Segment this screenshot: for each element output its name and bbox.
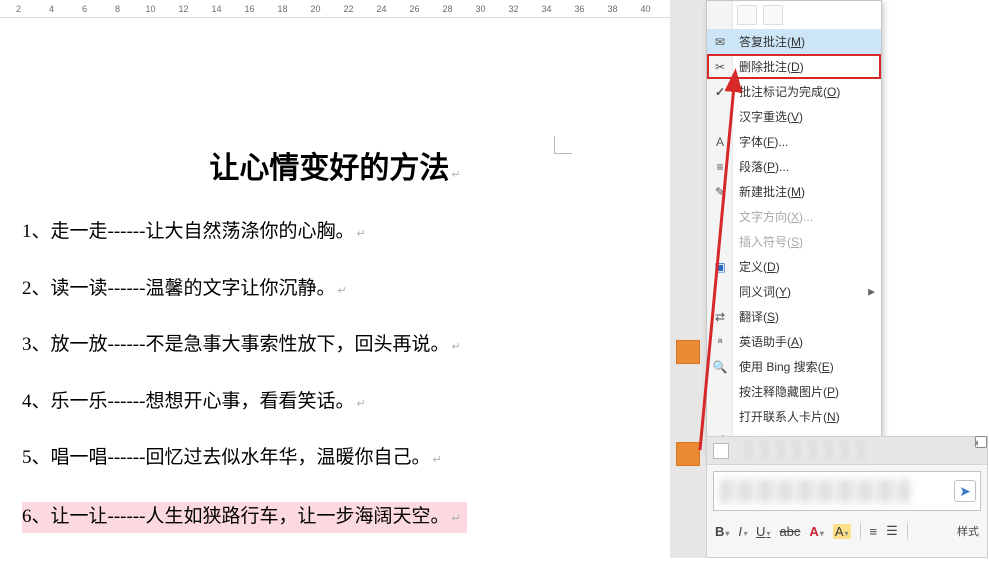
search-icon: 🔍 bbox=[712, 359, 728, 375]
ruler-tick: 18 bbox=[266, 4, 299, 14]
doc-line[interactable]: 5、唱一唱------回忆过去似水年华，温暖你自己。↵ bbox=[22, 445, 656, 472]
menu-delete-comment[interactable]: ✂ 删除批注(D) bbox=[707, 54, 881, 79]
menu-paste-options bbox=[707, 1, 881, 29]
mini-format-toolbar: B I U abc A A ≡ ☰ 样式 bbox=[707, 517, 987, 545]
define-icon: ▣ bbox=[712, 259, 728, 275]
submenu-arrow-icon: ▶ bbox=[868, 286, 875, 297]
menu-hide-by-annot[interactable]: 按注释隐藏图片(P) bbox=[707, 379, 881, 404]
check-icon: ✓ bbox=[712, 84, 728, 100]
comment-header bbox=[707, 437, 987, 465]
menu-font[interactable]: A 字体(F)... bbox=[707, 129, 881, 154]
ruler-tick: 10 bbox=[134, 4, 167, 14]
ruler-tick: 30 bbox=[464, 4, 497, 14]
separator bbox=[860, 523, 861, 539]
doc-line[interactable]: 2、读一读------温馨的文字让你沉静。↵ bbox=[22, 276, 656, 303]
ruler-tick: 4 bbox=[35, 4, 68, 14]
doc-line[interactable]: 3、放一放------不是急事大事索性放下，回头再说。↵ bbox=[22, 332, 656, 359]
menu-mark-done[interactable]: ✓ 批注标记为完成(O) bbox=[707, 79, 881, 104]
italic-button[interactable]: I bbox=[738, 524, 747, 539]
reply-icon: ✉ bbox=[712, 34, 728, 50]
ruler-tick: 14 bbox=[200, 4, 233, 14]
comment-gutter bbox=[670, 0, 706, 558]
menu-bing-search[interactable]: 🔍 使用 Bing 搜索(E) bbox=[707, 354, 881, 379]
ruler-tick: 38 bbox=[596, 4, 629, 14]
ruler-tick: 24 bbox=[365, 4, 398, 14]
styles-button[interactable]: 样式 bbox=[957, 523, 979, 539]
menu-translate[interactable]: ⇄ 翻译(S) bbox=[707, 304, 881, 329]
doc-line[interactable]: 1、走一走------让大自然荡涤你的心胸。↵ bbox=[22, 219, 656, 246]
menu-open-contact[interactable]: 打开联系人卡片(N) bbox=[707, 404, 881, 429]
paste-option-icon[interactable] bbox=[737, 5, 757, 25]
doc-line[interactable]: 4、乐一乐------想想开心事，看看笑话。↵ bbox=[22, 389, 656, 416]
comment-marker[interactable] bbox=[676, 340, 700, 364]
comment-textarea[interactable]: ➤ bbox=[713, 471, 981, 511]
strike-button[interactable]: abc bbox=[779, 524, 800, 539]
new-comment-icon: ✎ bbox=[712, 184, 728, 200]
comment-text-blur bbox=[720, 479, 910, 503]
ruler-tick: 28 bbox=[431, 4, 464, 14]
ruler-tick: 6 bbox=[68, 4, 101, 14]
menu-define[interactable]: ▣ 定义(D) bbox=[707, 254, 881, 279]
ruler-tick: 40 bbox=[629, 4, 662, 14]
ruler-tick: 16 bbox=[233, 4, 266, 14]
menu-text-direction: 文字方向(X)... bbox=[707, 204, 881, 229]
paragraph-icon: ≡ bbox=[712, 159, 728, 175]
document-page: 让心情变好的方法 1、走一走------让大自然荡涤你的心胸。↵ 2、读一读---… bbox=[0, 18, 670, 558]
numbering-button[interactable]: ☰ bbox=[886, 523, 898, 539]
comment-icon bbox=[713, 443, 729, 459]
ruler-tick: 32 bbox=[497, 4, 530, 14]
english-helper-icon: ᵃ bbox=[712, 334, 728, 350]
translate-icon: ⇄ bbox=[712, 309, 728, 325]
menu-english-helper[interactable]: ᵃ 英语助手(A) bbox=[707, 329, 881, 354]
menu-reconvert[interactable]: 汉字重选(V) bbox=[707, 104, 881, 129]
ruler-tick: 12 bbox=[167, 4, 200, 14]
comment-author-blur bbox=[745, 440, 875, 462]
review-pane: ✉ 答复批注(M) ✂ 删除批注(D) ✓ 批注标记为完成(O) 汉字重选(V)… bbox=[670, 0, 989, 558]
paste-option-icon[interactable] bbox=[763, 5, 783, 25]
doc-title[interactable]: 让心情变好的方法 bbox=[75, 143, 595, 187]
menu-paragraph[interactable]: ≡ 段落(P)... bbox=[707, 154, 881, 179]
bold-button[interactable]: B bbox=[715, 524, 729, 539]
ruler-tick: 8 bbox=[101, 4, 134, 14]
doc-line-highlighted[interactable]: 6、让一让------人生如狭路行车，让一步海阔天空。↵ bbox=[22, 502, 467, 533]
ruler-tick: 2 bbox=[2, 4, 35, 14]
menu-new-comment[interactable]: ✎ 新建批注(M) bbox=[707, 179, 881, 204]
separator bbox=[907, 523, 908, 539]
delete-icon: ✂ bbox=[712, 59, 728, 75]
menu-insert-symbol: 插入符号(S) bbox=[707, 229, 881, 254]
font-color-button[interactable]: A bbox=[809, 524, 823, 539]
comment-input-panel: ➤ B I U abc A A ≡ ☰ 样式 bbox=[706, 436, 988, 558]
ruler-tick: 36 bbox=[563, 4, 596, 14]
menu-reply-comment[interactable]: ✉ 答复批注(M) bbox=[707, 29, 881, 54]
highlight-button[interactable]: A bbox=[833, 524, 851, 539]
bullets-button[interactable]: ≡ bbox=[870, 524, 878, 539]
menu-synonym[interactable]: 同义词(Y) ▶ bbox=[707, 279, 881, 304]
ruler-tick: 34 bbox=[530, 4, 563, 14]
comment-marker[interactable] bbox=[676, 442, 700, 466]
send-comment-button[interactable]: ➤ bbox=[954, 480, 976, 502]
comment-bubble-icon[interactable] bbox=[975, 436, 987, 448]
horizontal-ruler: 2468101214161820222426283032343638404244… bbox=[0, 0, 710, 18]
ruler-tick: 22 bbox=[332, 4, 365, 14]
ruler-tick: 20 bbox=[299, 4, 332, 14]
page-corner-mark bbox=[554, 136, 572, 154]
ruler-tick: 26 bbox=[398, 4, 431, 14]
underline-button[interactable]: U bbox=[756, 524, 770, 539]
context-menu: ✉ 答复批注(M) ✂ 删除批注(D) ✓ 批注标记为完成(O) 汉字重选(V)… bbox=[706, 0, 882, 455]
font-icon: A bbox=[712, 134, 728, 150]
